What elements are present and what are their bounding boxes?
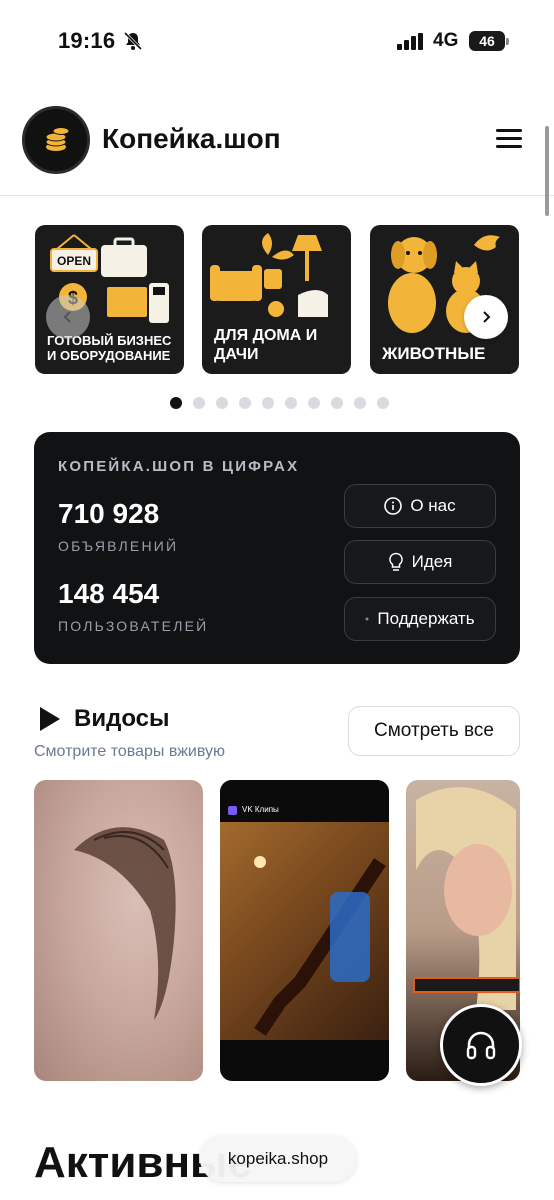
users-count: 148 454 [58,578,160,609]
carousel-dot[interactable] [285,397,297,409]
carousel-dot[interactable] [170,397,182,409]
coins-icon [45,127,70,151]
videos-subtitle: Смотрите товары вживую [34,743,225,760]
chevron-left-icon [63,311,71,323]
carousel-dot[interactable] [377,397,389,409]
video-card[interactable]: VK Клипы [220,780,389,1081]
about-label: О нас [410,496,456,515]
lightbulb-icon [388,552,403,571]
ads-count: 710 928 [58,498,160,529]
videos-title: Видосы [74,705,170,732]
category-card-home[interactable]: Для дома и дачи [202,225,351,374]
video-card[interactable] [34,780,203,1081]
info-icon [384,497,403,515]
carousel-dot[interactable] [239,397,251,409]
support-chat-button[interactable] [440,1004,522,1086]
headphones-icon [466,1031,496,1060]
stairs-drawing [254,856,386,1036]
play-icon [40,707,60,731]
carousel-pagination [170,397,389,409]
video-top-bar [220,780,389,822]
carousel-dot[interactable] [216,397,228,409]
battery-icon: 46 [469,31,509,51]
logo[interactable] [22,106,90,174]
idea-button[interactable]: Идея [344,540,496,584]
carousel-dot[interactable] [331,397,343,409]
network-type: 4G [433,30,459,51]
hamburger-menu-icon[interactable] [494,126,524,152]
stats-card: КОПЕЙКА.ШОП В ЦИФРАХ 710 928 ОБЪЯВЛЕНИЙ … [34,432,520,664]
carousel-next-button[interactable] [464,295,508,339]
signal-icon [397,33,423,50]
chevron-right-icon [483,311,491,323]
support-project-button[interactable]: Поддержать [344,597,496,641]
dot-icon [365,617,369,621]
eyebrow-image [74,827,176,1020]
support-label: Поддержать [377,609,475,628]
stats-title: КОПЕЙКА.ШОП В ЦИФРАХ [58,458,300,475]
status-time: 19:16 [58,28,116,53]
bell-muted-icon [123,31,143,51]
staircase-image [220,822,389,1040]
users-label: ПОЛЬЗОВАТЕЛЕЙ [58,618,209,634]
page-scrollbar[interactable] [545,126,549,216]
carousel-dot[interactable] [193,397,205,409]
browser-url-bar[interactable]: kopeika.shop [200,1136,356,1182]
carousel-prev-button[interactable] [46,295,90,339]
see-all-button[interactable]: Смотреть все [348,706,520,756]
category-label: Для дома и дачи [214,327,318,363]
carousel-dot[interactable] [308,397,320,409]
vk-clips-icon [228,806,237,815]
idea-label: Идея [411,552,453,571]
carousel-dot[interactable] [262,397,274,409]
about-button[interactable]: О нас [344,484,496,528]
carousel-dot[interactable] [354,397,366,409]
brand-name[interactable]: Копейка.шоп [102,123,281,155]
category-label: Животные [382,344,486,364]
open-sign-text: OPEN [57,254,91,268]
status-bar: 19:16 4G 46 [0,0,554,84]
site-header: Копейка.шоп [0,96,554,196]
vk-clips-label: VK Клипы [242,805,279,814]
ads-label: ОБЪЯВЛЕНИЙ [58,538,179,554]
